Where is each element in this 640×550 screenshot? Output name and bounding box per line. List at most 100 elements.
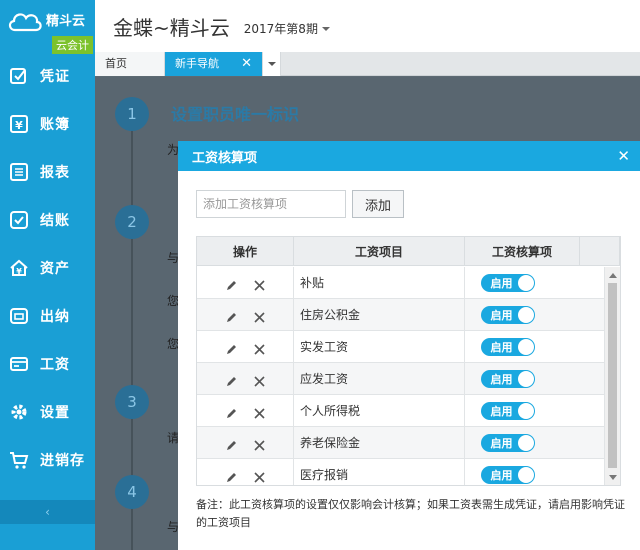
enable-toggle[interactable]: 启用 bbox=[480, 369, 535, 388]
tab-label: 首页 bbox=[105, 57, 127, 70]
delete-icon[interactable] bbox=[253, 471, 265, 486]
sidebar: 精斗云 云会计 凭证 ¥ 账簿 报表 结账 ¥ 资产 出纳 工资 设置 进销存 … bbox=[0, 0, 95, 550]
step-badge: 3 bbox=[115, 385, 149, 419]
sidebar-item-ledger[interactable]: ¥ 账簿 bbox=[0, 100, 95, 148]
toggle-knob bbox=[517, 402, 534, 419]
enable-toggle[interactable]: 启用 bbox=[480, 273, 535, 292]
scroll-down-icon[interactable] bbox=[609, 475, 617, 480]
page-title: 金蝶~精斗云 bbox=[113, 15, 230, 40]
row-actions bbox=[197, 363, 294, 394]
delete-icon[interactable] bbox=[253, 311, 265, 326]
column-header: 工资核算项 bbox=[465, 237, 580, 265]
sidebar-collapse-button[interactable]: ‹ bbox=[0, 500, 95, 524]
sidebar-item-label: 资产 bbox=[40, 261, 70, 277]
scroll-up-icon[interactable] bbox=[609, 273, 617, 278]
enable-toggle[interactable]: 启用 bbox=[480, 337, 535, 356]
delete-icon[interactable] bbox=[253, 375, 265, 390]
table-row: 个人所得税 启用 bbox=[197, 395, 605, 427]
close-icon[interactable]: ✕ bbox=[617, 147, 630, 165]
cashier-icon bbox=[8, 305, 30, 327]
edit-icon[interactable] bbox=[226, 343, 238, 358]
logo: 精斗云 云会计 bbox=[0, 0, 95, 54]
table-row: 住房公积金 启用 bbox=[197, 299, 605, 331]
dialog-header: 工资核算项 ✕ bbox=[178, 141, 640, 171]
sidebar-item-label: 凭证 bbox=[40, 69, 70, 85]
edit-icon[interactable] bbox=[226, 471, 238, 485]
checkout-icon bbox=[8, 209, 30, 231]
edit-icon[interactable] bbox=[226, 407, 238, 422]
toggle-knob bbox=[517, 274, 534, 291]
toggle-label: 启用 bbox=[490, 276, 513, 290]
enable-toggle[interactable]: 启用 bbox=[480, 433, 535, 452]
column-header: 操作 bbox=[197, 237, 294, 265]
tab-bar: 首页 新手导航 ✕ bbox=[95, 52, 640, 76]
brand-badge: 云会计 bbox=[52, 36, 93, 54]
toggle-cell: 启用 bbox=[465, 331, 580, 362]
sidebar-item-salary[interactable]: 工资 bbox=[0, 340, 95, 388]
sidebar-item-voucher[interactable]: 凭证 bbox=[0, 52, 95, 100]
row-actions bbox=[197, 427, 294, 458]
salary-item-name: 住房公积金 bbox=[294, 299, 465, 330]
sidebar-item-cashier[interactable]: 出纳 bbox=[0, 292, 95, 340]
column-header-spacer bbox=[580, 237, 620, 265]
gear-icon bbox=[8, 401, 30, 423]
sidebar-item-label: 账簿 bbox=[40, 117, 70, 133]
step-badge: 4 bbox=[115, 475, 149, 509]
sidebar-item-asset[interactable]: ¥ 资产 bbox=[0, 244, 95, 292]
row-actions bbox=[197, 395, 294, 426]
enable-toggle[interactable]: 启用 bbox=[480, 465, 535, 484]
tab-label: 新手导航 bbox=[175, 57, 219, 70]
tab-home[interactable]: 首页 bbox=[95, 52, 165, 76]
chevron-down-icon bbox=[267, 62, 276, 66]
toggle-label: 启用 bbox=[490, 308, 513, 322]
toggle-cell: 启用 bbox=[465, 395, 580, 426]
close-icon[interactable]: ✕ bbox=[241, 52, 252, 76]
delete-icon[interactable] bbox=[253, 343, 265, 358]
dialog-note: 备注：此工资核算项的设置仅仅影响会计核算；如果工资表需生成凭证，请启用影响凭证的… bbox=[196, 498, 625, 529]
row-actions bbox=[197, 331, 294, 362]
add-button[interactable]: 添加 bbox=[352, 190, 404, 218]
toggle-knob bbox=[517, 434, 534, 451]
asset-icon: ¥ bbox=[8, 257, 30, 279]
ledger-icon: ¥ bbox=[8, 113, 30, 135]
sidebar-item-inventory[interactable]: 进销存 bbox=[0, 436, 95, 484]
tab-dropdown-button[interactable] bbox=[263, 52, 281, 76]
row-actions bbox=[197, 459, 294, 486]
sidebar-item-checkout[interactable]: 结账 bbox=[0, 196, 95, 244]
sidebar-item-settings[interactable]: 设置 bbox=[0, 388, 95, 436]
enable-toggle[interactable]: 启用 bbox=[480, 401, 535, 420]
add-row: 添加 bbox=[196, 190, 404, 218]
scroll-thumb[interactable] bbox=[608, 283, 617, 468]
tab-guide[interactable]: 新手导航 ✕ bbox=[165, 52, 263, 76]
enable-toggle[interactable]: 启用 bbox=[480, 305, 535, 324]
step-badge: 1 bbox=[115, 97, 149, 131]
delete-icon[interactable] bbox=[253, 279, 265, 294]
period-label: 2017年第8期 bbox=[243, 21, 318, 36]
toggle-cell: 启用 bbox=[465, 299, 580, 330]
sidebar-item-report[interactable]: 报表 bbox=[0, 148, 95, 196]
edit-icon[interactable] bbox=[226, 439, 238, 454]
voucher-icon bbox=[8, 65, 30, 87]
salary-item-name: 养老保险金 bbox=[294, 427, 465, 458]
toggle-cell: 启用 bbox=[465, 267, 580, 298]
sidebar-item-label: 工资 bbox=[40, 357, 70, 373]
sidebar-item-label: 出纳 bbox=[40, 309, 70, 325]
delete-icon[interactable] bbox=[253, 407, 265, 422]
salary-item-name: 个人所得税 bbox=[294, 395, 465, 426]
table-body: 补贴 启用 住房公积金 启用 实发工资 启用 应发工资 启用 个人所得税 启用 养老保险金 启用 医疗报… bbox=[197, 267, 605, 486]
edit-icon[interactable] bbox=[226, 279, 238, 294]
table-row: 补贴 启用 bbox=[197, 267, 605, 299]
step-title: 设置职员唯一标识 bbox=[171, 105, 300, 124]
dialog-title: 工资核算项 bbox=[192, 150, 258, 166]
salary-item-name: 实发工资 bbox=[294, 331, 465, 362]
toggle-cell: 启用 bbox=[465, 363, 580, 394]
edit-icon[interactable] bbox=[226, 375, 238, 390]
period-selector[interactable]: 2017年第8期 bbox=[244, 20, 330, 37]
scrollbar[interactable] bbox=[604, 267, 620, 485]
edit-icon[interactable] bbox=[226, 311, 238, 326]
toggle-cell: 启用 bbox=[465, 459, 580, 485]
row-actions bbox=[197, 267, 294, 298]
toggle-label: 启用 bbox=[490, 340, 513, 354]
add-item-input[interactable] bbox=[196, 190, 346, 218]
delete-icon[interactable] bbox=[253, 439, 265, 454]
